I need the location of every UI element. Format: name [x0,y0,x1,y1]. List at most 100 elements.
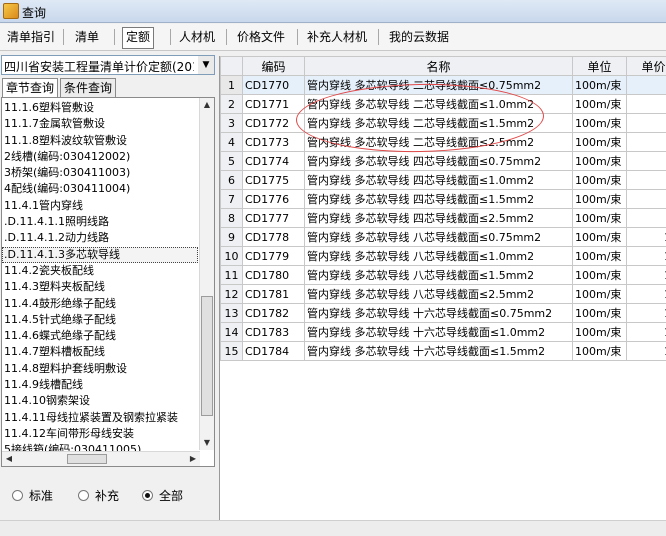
code-cell[interactable]: CD1780 [243,266,305,285]
header-price[interactable]: 单价 [627,57,666,76]
unit-cell[interactable]: 100m/束 [573,190,627,209]
table-row[interactable]: 8CD1777管内穿线 多芯软导线 四芯导线截面≤2.5mm2100m/束9 [221,209,666,228]
tree-item[interactable]: 11.4.6蝶式绝缘子配线 [2,328,198,344]
tree-item[interactable]: 11.1.8塑料波纹软管敷设 [2,133,198,149]
tree-item[interactable]: .D.11.4.1.2动力线路 [2,230,198,246]
radio-standard[interactable]: 标准 [12,487,53,504]
tree-item[interactable]: 11.4.11母线拉紧装置及钢索拉紧装 [2,410,198,426]
row-number[interactable]: 13 [221,304,243,323]
row-number[interactable]: 6 [221,171,243,190]
code-cell[interactable]: CD1781 [243,285,305,304]
unit-cell[interactable]: 100m/束 [573,323,627,342]
table-row[interactable]: 12CD1781管内穿线 多芯软导线 八芯导线截面≤2.5mm2100m/束11 [221,285,666,304]
code-cell[interactable]: CD1776 [243,190,305,209]
tree-item[interactable]: 11.4.8塑料护套线明敷设 [2,361,198,377]
unit-cell[interactable]: 100m/束 [573,228,627,247]
tree-item[interactable]: 11.4.3塑料夹板配线 [2,279,198,295]
price-cell[interactable]: 11 [627,266,666,285]
header-unit[interactable]: 单位 [573,57,627,76]
row-number[interactable]: 3 [221,114,243,133]
code-cell[interactable]: CD1772 [243,114,305,133]
tree-item[interactable]: 11.4.2瓷夹板配线 [2,263,198,279]
price-cell[interactable]: 8 [627,171,666,190]
unit-cell[interactable]: 100m/束 [573,209,627,228]
price-cell[interactable]: 8 [627,190,666,209]
code-cell[interactable]: CD1770 [243,76,305,95]
price-cell[interactable]: 7 [627,95,666,114]
price-cell[interactable]: 8 [627,152,666,171]
unit-cell[interactable]: 100m/束 [573,285,627,304]
name-cell[interactable]: 管内穿线 多芯软导线 四芯导线截面≤1.0mm2 [305,171,573,190]
row-number[interactable]: 11 [221,266,243,285]
tab-chapter-search[interactable]: 章节查询 [2,78,58,98]
tab-dinge[interactable]: 定额 [122,27,154,49]
price-cell[interactable]: 6 [627,76,666,95]
code-cell[interactable]: CD1777 [243,209,305,228]
tree-item[interactable]: .D.11.4.1.1照明线路 [2,214,198,230]
scroll-up-icon[interactable]: ▲ [200,98,214,112]
code-cell[interactable]: CD1774 [243,152,305,171]
tree-item[interactable]: 11.4.5针式绝缘子配线 [2,312,198,328]
tree-item[interactable]: 11.1.7金属软管敷设 [2,116,198,132]
row-number[interactable]: 4 [221,133,243,152]
name-cell[interactable]: 管内穿线 多芯软导线 八芯导线截面≤0.75mm2 [305,228,573,247]
table-row[interactable]: 10CD1779管内穿线 多芯软导线 八芯导线截面≤1.0mm2100m/束10 [221,247,666,266]
price-cell[interactable]: 11 [627,285,666,304]
unit-cell[interactable]: 100m/束 [573,114,627,133]
table-row[interactable]: 4CD1773管内穿线 多芯软导线 二芯导线截面≤2.5mm2100m/束7 [221,133,666,152]
tab-buchong-rencaiji[interactable]: 补充人材机 [304,27,370,47]
tree-vertical-scrollbar[interactable]: ▲ ▼ [199,98,214,450]
name-cell[interactable]: 管内穿线 多芯软导线 二芯导线截面≤0.75mm2 [305,76,573,95]
name-cell[interactable]: 管内穿线 多芯软导线 二芯导线截面≤1.0mm2 [305,95,573,114]
row-number[interactable]: 2 [221,95,243,114]
header-code[interactable]: 编码 [243,57,305,76]
price-cell[interactable]: 7 [627,114,666,133]
chevron-down-icon[interactable]: ▼ [198,56,214,74]
row-number[interactable]: 7 [221,190,243,209]
table-row[interactable]: 13CD1782管内穿线 多芯软导线 十六芯导线截面≤0.75mm2100m/束… [221,304,666,323]
row-number[interactable]: 15 [221,342,243,361]
unit-cell[interactable]: 100m/束 [573,133,627,152]
tree-horizontal-scrollbar[interactable]: ◀ ▶ [2,451,200,466]
unit-cell[interactable]: 100m/束 [573,342,627,361]
tree-item[interactable]: 11.4.7塑料槽板配线 [2,344,198,360]
tab-rencaiji[interactable]: 人材机 [176,27,218,47]
name-cell[interactable]: 管内穿线 多芯软导线 二芯导线截面≤2.5mm2 [305,133,573,152]
table-row[interactable]: 15CD1784管内穿线 多芯软导线 十六芯导线截面≤1.5mm2100m/束1… [221,342,666,361]
table-row[interactable]: 5CD1774管内穿线 多芯软导线 四芯导线截面≤0.75mm2100m/束8 [221,152,666,171]
tree-item[interactable]: 11.4.10钢索架设 [2,393,198,409]
tab-qingdan[interactable]: 清单 [72,27,102,47]
code-cell[interactable]: CD1771 [243,95,305,114]
name-cell[interactable]: 管内穿线 多芯软导线 八芯导线截面≤2.5mm2 [305,285,573,304]
tab-jiage-wenjian[interactable]: 价格文件 [234,27,288,47]
name-cell[interactable]: 管内穿线 多芯软导线 十六芯导线截面≤1.0mm2 [305,323,573,342]
code-cell[interactable]: CD1775 [243,171,305,190]
scroll-thumb[interactable] [201,296,213,416]
table-row[interactable]: 7CD1776管内穿线 多芯软导线 四芯导线截面≤1.5mm2100m/束8 [221,190,666,209]
code-cell[interactable]: CD1783 [243,323,305,342]
name-cell[interactable]: 管内穿线 多芯软导线 四芯导线截面≤1.5mm2 [305,190,573,209]
tree-item[interactable]: 3桥架(编码:030411003) [2,165,198,181]
name-cell[interactable]: 管内穿线 多芯软导线 十六芯导线截面≤1.5mm2 [305,342,573,361]
scroll-left-icon[interactable]: ◀ [2,452,16,466]
table-row[interactable]: 2CD1771管内穿线 多芯软导线 二芯导线截面≤1.0mm2100m/束7 [221,95,666,114]
unit-cell[interactable]: 100m/束 [573,95,627,114]
unit-cell[interactable]: 100m/束 [573,76,627,95]
name-cell[interactable]: 管内穿线 多芯软导线 四芯导线截面≤2.5mm2 [305,209,573,228]
table-row[interactable]: 1CD1770管内穿线 多芯软导线 二芯导线截面≤0.75mm2100m/束6 [221,76,666,95]
price-cell[interactable]: 14 [627,342,666,361]
quota-library-select[interactable]: 四川省安装工程量清单计价定额(201 ▼ [1,55,215,75]
tree-item[interactable]: 2线槽(编码:030412002) [2,149,198,165]
price-cell[interactable]: 10 [627,247,666,266]
unit-cell[interactable]: 100m/束 [573,266,627,285]
name-cell[interactable]: 管内穿线 多芯软导线 十六芯导线截面≤0.75mm2 [305,304,573,323]
code-cell[interactable]: CD1773 [243,133,305,152]
name-cell[interactable]: 管内穿线 多芯软导线 四芯导线截面≤0.75mm2 [305,152,573,171]
row-number[interactable]: 10 [221,247,243,266]
unit-cell[interactable]: 100m/束 [573,171,627,190]
scroll-thumb[interactable] [67,454,107,464]
name-cell[interactable]: 管内穿线 多芯软导线 八芯导线截面≤1.5mm2 [305,266,573,285]
tree-item[interactable]: 11.4.4鼓形绝缘子配线 [2,296,198,312]
tab-my-cloud-data[interactable]: 我的云数据 [386,27,452,47]
tree-item[interactable]: 11.1.6塑料管敷设 [2,100,198,116]
